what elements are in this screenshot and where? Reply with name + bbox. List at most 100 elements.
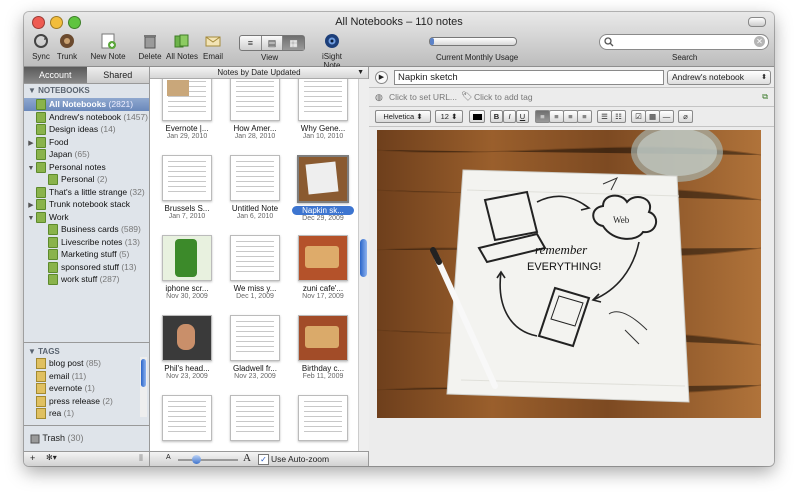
text-color-button[interactable] <box>469 110 485 123</box>
notebook-item[interactable]: ▶ Food <box>24 136 149 149</box>
align-left-icon[interactable]: ≡ <box>535 110 550 123</box>
list-view-icon[interactable]: ≡ <box>240 36 262 50</box>
note-card[interactable]: Gladwell fr... Nov 23, 2009 <box>224 315 286 380</box>
align-justify-icon[interactable]: ≡ <box>577 110 592 123</box>
attachment-icon[interactable]: ⌀ <box>678 110 693 123</box>
play-icon[interactable]: ▶ <box>375 71 388 84</box>
autozoom-checkbox[interactable]: ✓ <box>258 454 269 465</box>
zoom-slider[interactable] <box>178 455 238 464</box>
horizontal-rule-icon[interactable]: — <box>659 110 674 123</box>
note-card[interactable]: We miss y... Dec 1, 2009 <box>224 235 286 300</box>
bold-button[interactable]: B <box>490 110 503 123</box>
note-card[interactable]: Untitled Note Jan 6, 2010 <box>224 155 286 220</box>
thumbnail-text-line <box>236 166 274 167</box>
tag-item[interactable]: rea (1) <box>24 407 139 420</box>
isight-note-button[interactable]: iSight Note <box>314 32 350 70</box>
thumbnail-text-line <box>236 106 274 107</box>
clear-search-icon[interactable]: ✕ <box>754 36 765 47</box>
notebook-item[interactable]: Livescribe notes (13) <box>24 236 149 249</box>
tag-item[interactable]: evernote (1) <box>24 382 139 395</box>
thumbnail-text-line <box>236 251 274 252</box>
view-switcher[interactable]: ≡ ▤ ▦ <box>239 35 305 51</box>
note-card[interactable]: Birthday c... Feb 11, 2009 <box>292 315 354 380</box>
notebook-item[interactable]: ▼ Work <box>24 211 149 224</box>
new-note-button[interactable]: New Note <box>90 32 126 61</box>
size-select[interactable]: 12 ⬍ <box>435 110 463 123</box>
note-info-icon[interactable]: ⧉ <box>762 92 768 102</box>
tab-shared[interactable]: Shared <box>87 67 150 83</box>
notebook-item[interactable]: ▶ Trunk notebook stack <box>24 198 149 211</box>
note-card[interactable] <box>224 395 286 444</box>
note-card[interactable]: zuni cafe'... Nov 17, 2009 <box>292 235 354 300</box>
font-select-value: Helvetica <box>383 112 415 121</box>
zoom-slider-knob[interactable] <box>192 455 201 464</box>
trash-item[interactable]: Trash (30) <box>30 433 84 444</box>
sync-button[interactable]: Sync <box>30 32 52 61</box>
notes-scrollbar[interactable] <box>358 79 369 451</box>
tag-item[interactable]: email (11) <box>24 370 139 383</box>
tags-scroll-knob[interactable] <box>141 359 146 387</box>
notebook-item[interactable]: Marketing stuff (5) <box>24 248 149 261</box>
checkbox-icon[interactable]: ☑ <box>631 110 646 123</box>
tags-scrollbar[interactable] <box>140 357 147 417</box>
table-icon[interactable]: ▦ <box>645 110 660 123</box>
note-card[interactable]: How Amer... Jan 28, 2010 <box>224 79 286 140</box>
search-field[interactable]: ✕ <box>599 34 769 50</box>
notebook-item[interactable]: Business cards (589) <box>24 223 149 236</box>
tag-item[interactable]: press release (2) <box>24 395 139 408</box>
note-card[interactable]: iphone scr... Nov 30, 2009 <box>156 235 218 300</box>
add-icon[interactable]: + <box>30 453 35 463</box>
notebooks-section-header[interactable]: ▼ NOTEBOOKS <box>24 84 149 98</box>
snippet-view-icon[interactable]: ▤ <box>262 36 284 50</box>
note-card[interactable]: Evernote |... Jan 29, 2010 <box>156 79 218 140</box>
notes-sort-header[interactable]: Notes by Date Updated ▼ <box>150 67 368 79</box>
numbered-list-icon[interactable]: ☷ <box>611 110 626 123</box>
notes-scroll-knob[interactable] <box>360 239 367 277</box>
toolbar: All Notebooks – 110 notes Sync Trunk New… <box>24 12 774 70</box>
thumbnail-text-line <box>236 91 274 92</box>
thumbnail-text-line <box>168 96 206 97</box>
notebook-item[interactable]: That's a little strange (32) <box>24 186 149 199</box>
note-card[interactable] <box>292 395 354 444</box>
trunk-button[interactable]: Trunk <box>55 32 79 61</box>
thumbnail-text-line <box>304 111 342 112</box>
notebook-item[interactable]: Andrew's notebook (1457) <box>24 111 149 124</box>
align-right-icon[interactable]: ≡ <box>563 110 578 123</box>
note-card[interactable] <box>156 395 218 444</box>
italic-button[interactable]: I <box>503 110 516 123</box>
tab-account[interactable]: Account <box>24 67 87 83</box>
bullet-list-icon[interactable]: ☰ <box>597 110 612 123</box>
notebook-item[interactable]: All Notebooks (2821) <box>24 98 149 111</box>
underline-button[interactable]: U <box>516 110 529 123</box>
tag-field[interactable]: Click to add tag <box>474 92 533 102</box>
notebook-item[interactable]: Design ideas (14) <box>24 123 149 136</box>
note-thumbnail <box>297 155 349 203</box>
note-card[interactable]: Brussels S... Jan 7, 2010 <box>156 155 218 220</box>
note-title-field[interactable]: Napkin sketch <box>394 70 664 85</box>
email-button[interactable]: Email <box>201 32 225 61</box>
notes-grid: Evernote |... Jan 29, 2010 How Amer... Jan … <box>150 79 358 451</box>
note-card[interactable]: Phil's head... Nov 23, 2009 <box>156 315 218 380</box>
chevron-down-icon[interactable]: ▼ <box>357 67 364 78</box>
thumbnail-view-icon[interactable]: ▦ <box>283 36 305 50</box>
note-card[interactable]: Why Gene... Jan 10, 2010 <box>292 79 354 140</box>
notebook-item[interactable]: Japan (65) <box>24 148 149 161</box>
notebook-item[interactable]: sponsored stuff (13) <box>24 261 149 274</box>
window-title: All Notebooks – 110 notes <box>335 16 463 28</box>
notebook-item[interactable]: Personal (2) <box>24 173 149 186</box>
thumbnail-image <box>175 239 197 277</box>
resize-handle-icon[interactable]: ⦀ <box>139 453 143 464</box>
font-select[interactable]: Helvetica ⬍ <box>375 110 431 123</box>
notebook-count: (2) <box>96 174 108 184</box>
notebook-item[interactable]: ▼ Personal notes <box>24 161 149 174</box>
tag-item[interactable]: blog post (85) <box>24 357 139 370</box>
align-center-icon[interactable]: ≡ <box>549 110 564 123</box>
gear-icon[interactable]: ✻▾ <box>46 453 57 462</box>
note-card[interactable]: Napkin sk... Dec 29, 2009 <box>292 155 354 222</box>
delete-button[interactable]: Delete <box>138 32 162 61</box>
all-notes-button[interactable]: All Notes <box>165 32 199 61</box>
notebook-item[interactable]: work stuff (287) <box>24 273 149 286</box>
toolbar-toggle-button[interactable] <box>748 17 766 27</box>
notebook-select[interactable]: Andrew's notebook ⬍ <box>667 70 771 85</box>
url-field[interactable]: Click to set URL... <box>389 92 457 102</box>
